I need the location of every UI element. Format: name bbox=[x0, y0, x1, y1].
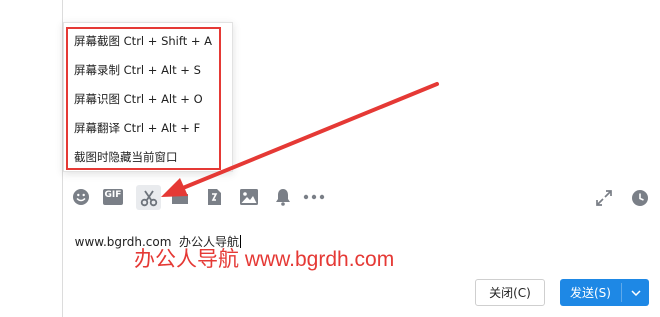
annotation-arrow bbox=[161, 82, 439, 197]
